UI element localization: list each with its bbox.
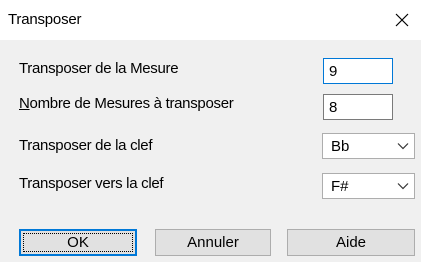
title-bar[interactable]: Transposer — [0, 0, 421, 40]
start-bar-label: Transposer de la Mesure — [19, 60, 179, 77]
close-button[interactable] — [387, 6, 417, 34]
help-button-label: Aide — [335, 234, 367, 251]
bar-count-input[interactable] — [323, 94, 393, 120]
bar-count-label-accel: N — [19, 95, 30, 112]
to-key-label: Transposer vers la clef — [19, 175, 164, 192]
cancel-button-label: Annuler — [187, 234, 239, 251]
from-key-label: Transposer de la clef — [19, 137, 153, 154]
to-key-select[interactable]: F# — [322, 173, 415, 199]
close-icon — [395, 13, 409, 27]
to-key-value: F# — [331, 178, 349, 195]
dialog-body: Transposer de la Mesure Nombre de Mesure… — [0, 40, 421, 262]
focus-ring — [23, 233, 133, 252]
start-bar-input[interactable] — [323, 58, 393, 84]
help-button[interactable]: Aide — [287, 229, 415, 256]
transposer-dialog: Transposer Transposer de la Mesure Nombr… — [0, 0, 421, 262]
chevron-down-icon — [397, 143, 409, 150]
bar-count-label-rest: ombre de Mesures à transposer — [29, 95, 234, 112]
window-title: Transposer — [8, 11, 82, 28]
ok-button[interactable]: OK — [19, 229, 137, 256]
from-key-select[interactable]: Bb — [322, 133, 415, 159]
cancel-button[interactable]: Annuler — [155, 229, 271, 256]
from-key-value: Bb — [331, 138, 350, 155]
chevron-down-icon — [397, 183, 409, 190]
bar-count-label: Nombre de Mesures à transposer — [19, 95, 234, 112]
